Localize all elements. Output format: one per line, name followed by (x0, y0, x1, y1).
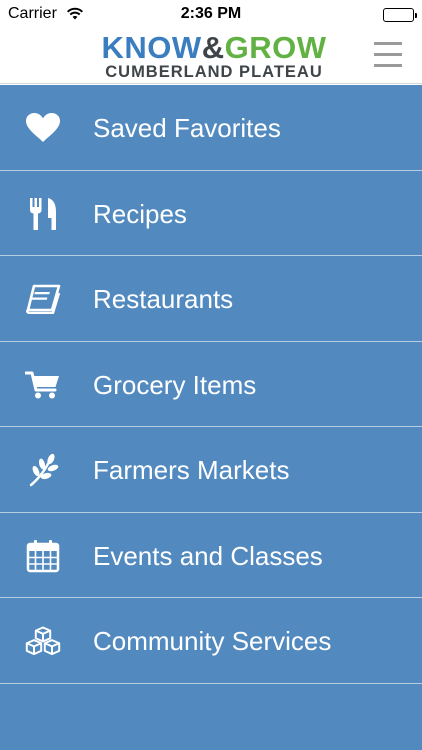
menu-item-grocery-items[interactable]: Grocery Items (0, 342, 422, 427)
heart-icon (25, 111, 61, 145)
menu-item-label: Restaurants (93, 284, 234, 314)
logo-subtitle: CUMBERLAND PLATEAU (105, 63, 323, 81)
shopping-cart-icon (25, 368, 61, 402)
hamburger-bar (374, 42, 402, 45)
menu-item-label: Community Services (93, 626, 332, 656)
calendar-icon (25, 539, 61, 573)
menu-item-farmers-markets[interactable]: Farmers Markets (0, 427, 422, 513)
menu-item-label: Recipes (93, 198, 187, 229)
logo-know: KNOW (101, 30, 202, 65)
menu-item-label: Grocery Items (93, 369, 257, 400)
app-logo: KNOW&GROW CUMBERLAND PLATEAU (92, 32, 336, 81)
cubes-icon (25, 624, 61, 658)
leaf-icon (25, 453, 61, 487)
battery-icon (383, 8, 417, 22)
hamburger-menu-button[interactable] (374, 42, 402, 68)
logo-grow: GROW (224, 30, 327, 65)
hamburger-bar (374, 53, 402, 56)
utensils-icon (25, 197, 61, 231)
logo-title: KNOW&GROW (92, 32, 336, 64)
menu-item-events-and-classes[interactable]: Events and Classes (0, 513, 422, 598)
side-menu: Saved Favorites Recipes Restaurants Groc… (0, 85, 422, 750)
hamburger-bar (374, 64, 402, 67)
status-bar: Carrier 2:36 PM (0, 0, 422, 30)
menu-item-restaurants[interactable]: Restaurants (0, 256, 422, 342)
menu-item-saved-favorites[interactable]: Saved Favorites (0, 85, 422, 171)
menu-item-label: Farmers Markets (93, 455, 290, 485)
menu-item-community-services[interactable]: Community Services (0, 598, 422, 684)
menu-item-recipes[interactable]: Recipes (0, 171, 422, 256)
status-time: 2:36 PM (180, 5, 242, 22)
book-icon (25, 282, 61, 316)
app-header: KNOW&GROW CUMBERLAND PLATEAU (0, 30, 422, 84)
menu-item-label: Saved Favorites (93, 113, 281, 143)
menu-item-label: Events and Classes (93, 540, 323, 571)
logo-ampersand: & (201, 30, 225, 65)
